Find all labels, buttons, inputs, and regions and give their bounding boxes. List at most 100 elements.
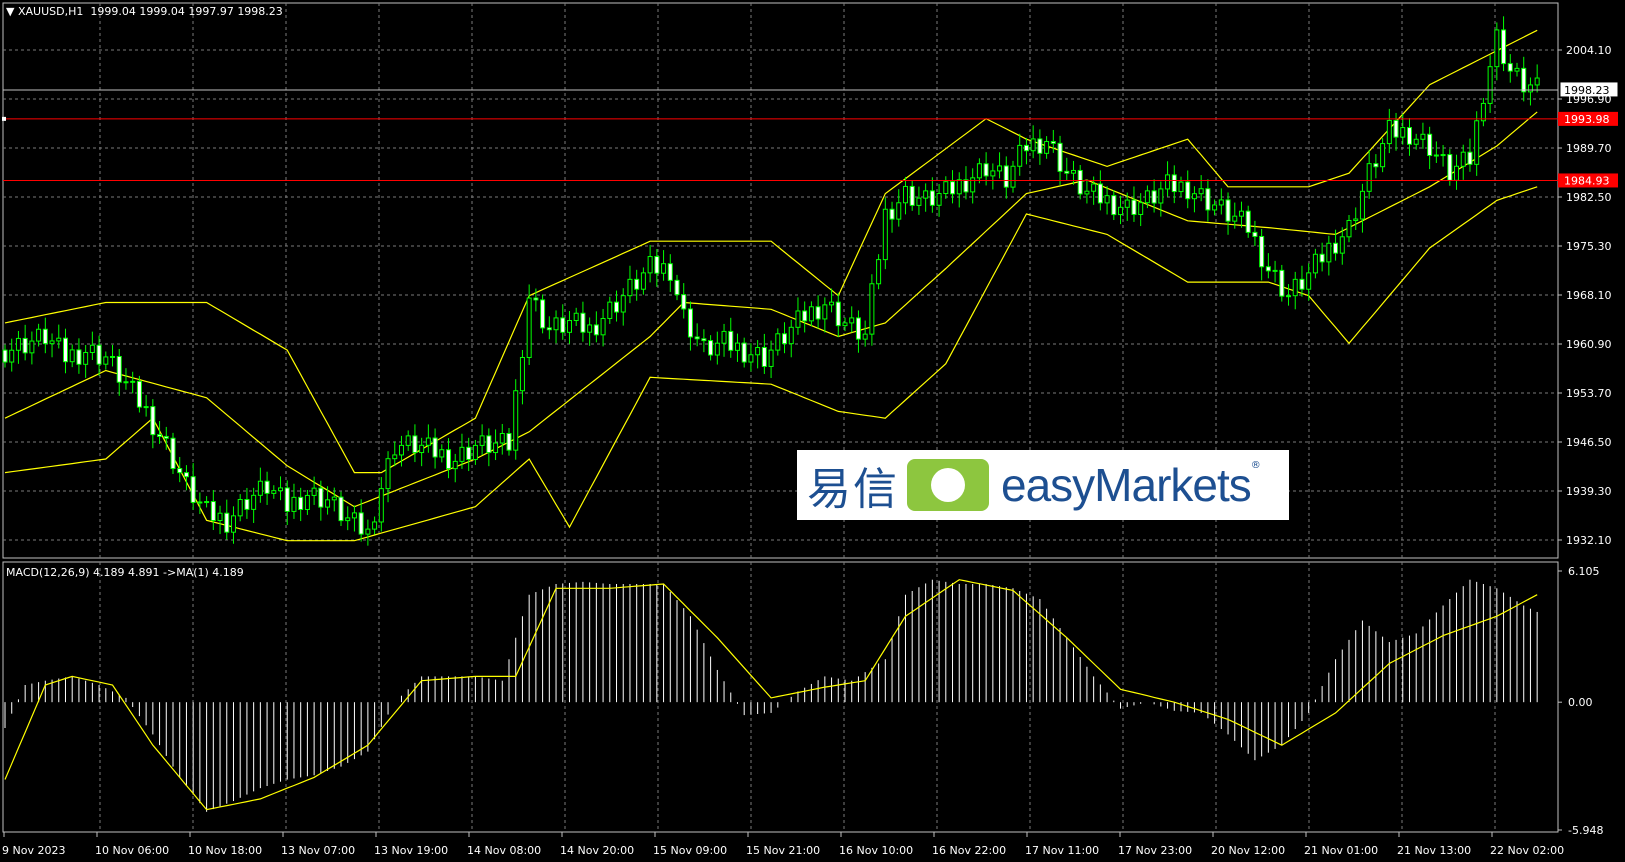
candle-body	[902, 185, 908, 204]
dropdown-triangle-icon[interactable]: ▼	[6, 5, 14, 18]
candle-body	[640, 272, 646, 290]
candle-body	[358, 512, 364, 535]
candle-body	[230, 515, 236, 533]
candle-body	[647, 256, 653, 274]
candle-body	[1265, 266, 1271, 272]
candle-body	[42, 328, 48, 345]
candle-body	[1359, 190, 1365, 220]
candle-body	[291, 496, 297, 512]
candle-body	[553, 317, 559, 331]
candle-body	[607, 301, 613, 319]
candle-body	[150, 406, 156, 436]
ohlc-values: 1999.04 1999.04 1997.97 1998.23	[90, 5, 283, 18]
easymarkets-logo: 易信 easyMarkets ®	[797, 450, 1289, 520]
price-tick-label: 1960.90	[1566, 338, 1612, 351]
candle-body	[163, 435, 169, 439]
candle-body	[466, 446, 472, 460]
candle-body	[89, 344, 95, 354]
level-marker	[2, 116, 6, 121]
price-panel-frame	[2, 2, 1559, 559]
candle-body	[526, 297, 532, 358]
candle-body	[909, 185, 915, 206]
candle-body	[1178, 181, 1184, 193]
price-tick-label: 1982.50	[1566, 191, 1612, 204]
candle-body	[1467, 151, 1473, 165]
chart-canvas: 1993.981984.931998.23 2004.101996.901989…	[2, 2, 1619, 857]
candle-body	[130, 380, 136, 383]
candle-body	[425, 437, 431, 446]
candle-body	[1534, 77, 1540, 86]
time-label: 21 Nov 13:00	[1397, 844, 1471, 857]
candle-body	[782, 333, 788, 345]
candle-body	[1433, 154, 1439, 157]
symbol-header[interactable]: ▼ XAUUSD,H1 1999.04 1999.04 1997.97 1998…	[6, 5, 283, 18]
candle-body	[970, 177, 976, 193]
candle-body	[1084, 190, 1090, 195]
candle-body	[667, 263, 673, 281]
candle-body	[1474, 120, 1480, 165]
candle-body	[802, 310, 808, 322]
candle-body	[1232, 215, 1238, 222]
candle-body	[1480, 102, 1486, 122]
candle-body	[452, 460, 458, 470]
candle-body	[49, 340, 55, 345]
time-label: 13 Nov 19:00	[374, 844, 448, 857]
candle-body	[432, 437, 438, 458]
time-label: 15 Nov 21:00	[746, 844, 820, 857]
candle-body	[493, 442, 499, 454]
candle-body	[573, 312, 579, 322]
candle-body	[795, 310, 801, 328]
candle-body	[950, 181, 956, 195]
candle-body	[412, 435, 418, 454]
candle-body	[1238, 210, 1244, 217]
candle-body	[1144, 190, 1150, 204]
candle-body	[721, 330, 727, 344]
candle-body	[929, 190, 935, 206]
macd-label: MACD(12,26,9) 4.189 4.891 ->MA(1) 4.189	[6, 566, 244, 579]
time-label: 17 Nov 11:00	[1025, 844, 1099, 857]
bollinger-middle	[4, 111, 1538, 508]
candle-body	[728, 330, 734, 351]
price-tick-label: 2004.10	[1566, 44, 1612, 57]
candle-body	[560, 317, 566, 333]
candle-body	[143, 406, 149, 409]
candle-body	[1299, 278, 1305, 290]
candle-body	[1225, 199, 1231, 222]
candle-body	[1185, 181, 1191, 200]
symbol-label: XAUUSD,H1	[17, 5, 84, 18]
candle-body	[1460, 151, 1466, 167]
candle-body	[882, 208, 888, 261]
macd-header: MACD(12,26,9) 4.189 4.891 ->MA(1) 4.189	[6, 566, 244, 579]
candle-body	[1198, 188, 1204, 195]
time-label: 10 Nov 18:00	[188, 844, 262, 857]
candle-body	[1447, 154, 1453, 181]
candle-body	[1406, 127, 1412, 145]
price-tick-label: 1953.70	[1566, 387, 1612, 400]
candle-body	[1057, 142, 1063, 172]
candle-body	[29, 340, 35, 354]
candle-body	[217, 512, 223, 521]
candle-body	[627, 278, 633, 297]
candle-body	[741, 342, 747, 363]
candle-body	[378, 488, 384, 523]
candle-body	[76, 349, 82, 365]
candle-body	[392, 454, 398, 460]
candle-body	[701, 338, 707, 342]
candle-body	[976, 163, 982, 179]
candle-body	[1306, 272, 1312, 290]
candle-body	[963, 179, 969, 193]
macd-tick-label: -5.948	[1568, 824, 1603, 837]
candle-body	[1373, 163, 1379, 168]
candle-body	[210, 501, 216, 521]
candle-body	[876, 259, 882, 285]
logo-chinese-text: 易信	[807, 464, 899, 515]
candle-body	[318, 487, 324, 508]
candle-body	[1212, 204, 1218, 211]
candle-body	[1312, 253, 1318, 274]
candle-body	[674, 279, 680, 296]
candle-body	[775, 333, 781, 351]
candle-body	[177, 468, 183, 474]
candle-body	[1023, 144, 1029, 152]
macd-panel-frame	[2, 561, 1559, 833]
bollinger-upper	[4, 29, 1538, 474]
